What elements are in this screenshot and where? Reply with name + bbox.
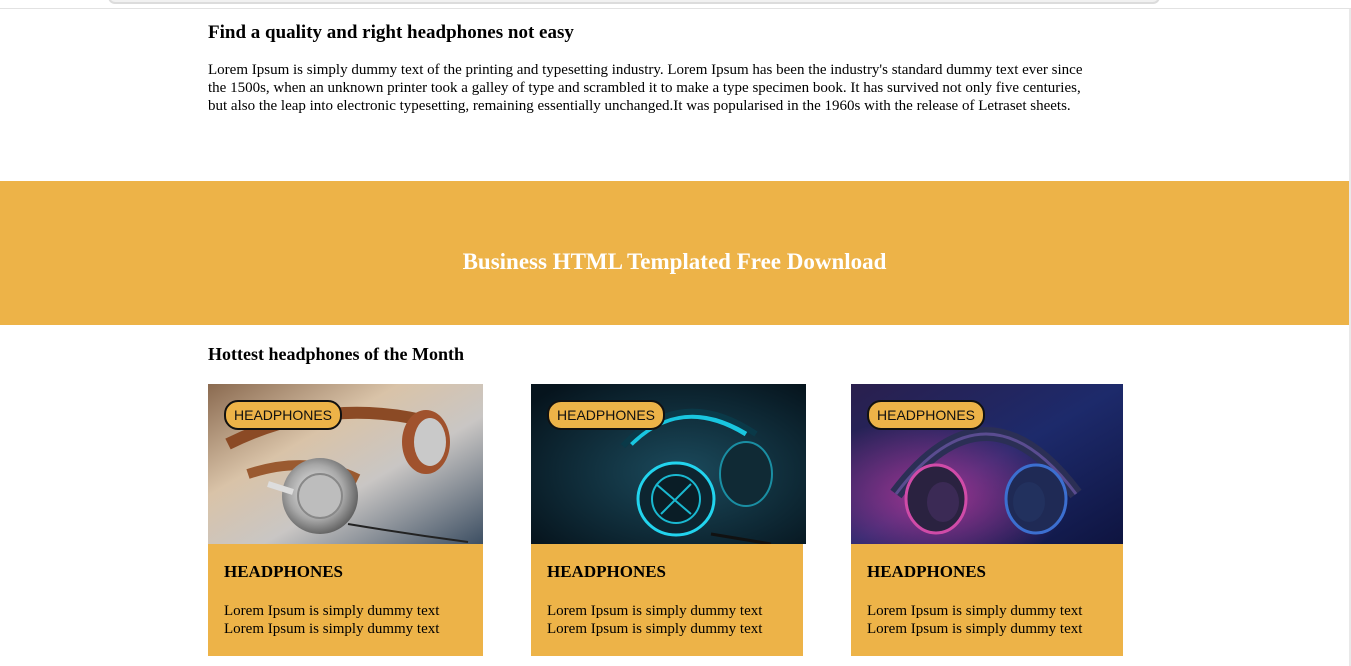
card-title[interactable]: HEADPHONES [867, 562, 1107, 582]
browser-address-bar [0, 0, 1351, 9]
card-line-2: Lorem Ipsum is simply dummy text [867, 621, 1083, 637]
card-body: HEADPHONES Lorem Ipsum is simply dummy t… [531, 544, 803, 656]
product-card[interactable]: HEADPHONES HEADPHONES Lorem Ipsum is sim… [851, 384, 1123, 656]
card-body: HEADPHONES Lorem Ipsum is simply dummy t… [208, 544, 483, 656]
product-card[interactable]: HEADPHONES HEADPHONES Lorem Ipsum is sim… [531, 384, 806, 656]
card-line-2: Lorem Ipsum is simply dummy text [224, 621, 440, 637]
category-badge[interactable]: HEADPHONES [224, 400, 343, 430]
card-line-1: Lorem Ipsum is simply dummy text [867, 603, 1083, 619]
card-description: Lorem Ipsum is simply dummy text Lorem I… [867, 602, 1107, 638]
card-line-2: Lorem Ipsum is simply dummy text [547, 621, 763, 637]
hottest-section-title: Hottest headphones of the Month [208, 344, 465, 364]
card-title[interactable]: HEADPHONES [224, 562, 467, 582]
product-image[interactable]: HEADPHONES [208, 384, 483, 544]
product-card[interactable]: HEADPHONES HEADPHONES Lorem Ipsum is sim… [208, 384, 483, 656]
card-body: HEADPHONES Lorem Ipsum is simply dummy t… [851, 544, 1123, 656]
card-line-1: Lorem Ipsum is simply dummy text [224, 603, 440, 619]
card-title[interactable]: HEADPHONES [547, 562, 787, 582]
promo-banner: Business HTML Templated Free Download [0, 181, 1349, 325]
banner-title: Business HTML Templated Free Download [462, 249, 887, 274]
intro-paragraph: Lorem Ipsum is simply dummy text of the … [208, 62, 1083, 114]
card-line-1: Lorem Ipsum is simply dummy text [547, 603, 763, 619]
intro-section: Find a quality and right headphones not … [208, 22, 1093, 115]
category-badge[interactable]: HEADPHONES [547, 400, 666, 430]
card-description: Lorem Ipsum is simply dummy text Lorem I… [547, 602, 787, 638]
address-bar-pill[interactable] [108, 0, 1160, 4]
product-image[interactable]: HEADPHONES [531, 384, 806, 544]
category-badge[interactable]: HEADPHONES [867, 400, 986, 430]
intro-title: Find a quality and right headphones not … [208, 22, 574, 43]
product-image[interactable]: HEADPHONES [851, 384, 1123, 544]
card-description: Lorem Ipsum is simply dummy text Lorem I… [224, 602, 467, 638]
